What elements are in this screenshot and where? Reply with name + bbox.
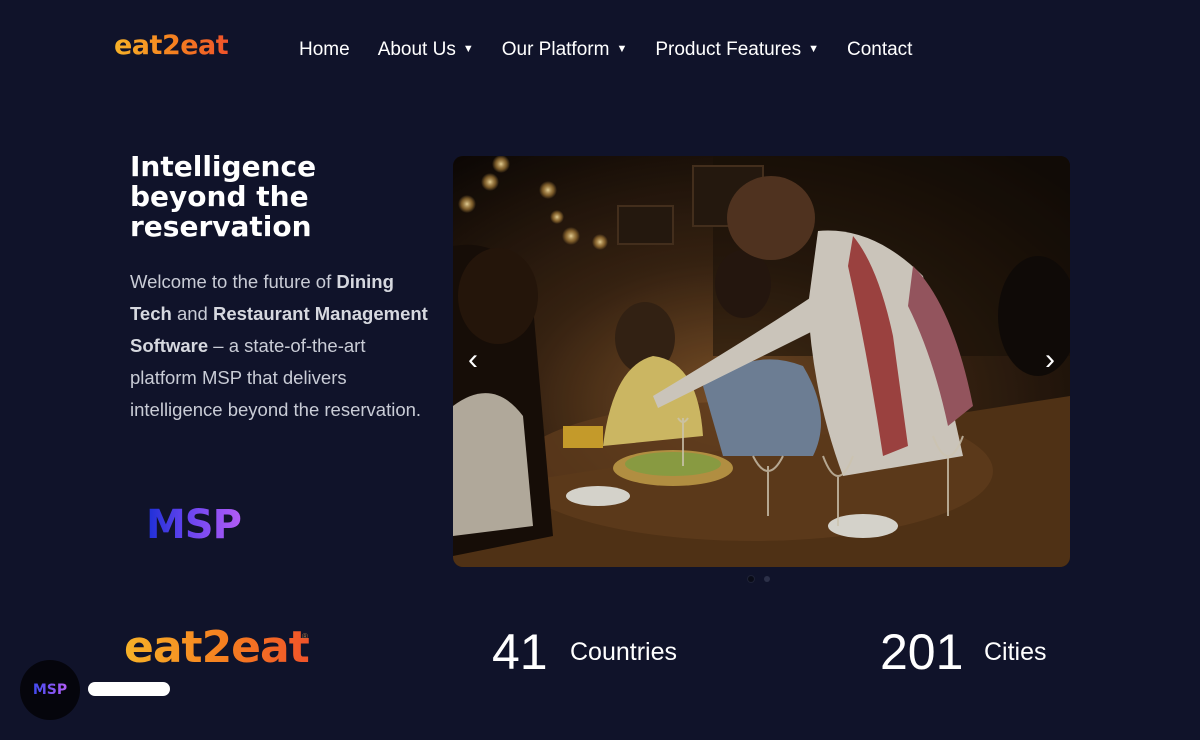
hero-title: Intelligence beyond the reservation <box>130 150 317 243</box>
stat-cities-label: Cities <box>984 638 1047 666</box>
carousel-dot-2[interactable] <box>764 576 770 582</box>
caret-down-icon: ▼ <box>462 43 474 55</box>
badge-tooltip-pill <box>88 682 170 696</box>
nav-home[interactable]: Home <box>299 39 350 61</box>
msp-chat-badge[interactable]: MSP <box>20 660 80 720</box>
msp-logo: MSP <box>146 502 242 548</box>
stat-countries-label: Countries <box>570 638 677 666</box>
eat2eat-brand-logo: eat2eat <box>124 622 310 673</box>
msp-badge-label: MSP <box>32 682 68 698</box>
main-nav: Home About Us ▼ Our Platform ▼ Product F… <box>299 38 912 62</box>
nav-contact-label: Contact <box>846 39 913 60</box>
nav-our-platform[interactable]: Our Platform ▼ <box>502 39 628 61</box>
caret-down-icon: ▼ <box>616 43 628 55</box>
eat2eat-logo[interactable]: eat2eat <box>114 30 229 61</box>
stat-countries-value: 41 <box>492 624 548 680</box>
nav-about-us[interactable]: About Us ▼ <box>378 39 474 61</box>
carousel-prev-arrow-icon[interactable]: ‹ <box>459 342 487 378</box>
nav-product-features[interactable]: Product Features ▼ <box>655 39 819 61</box>
hero-text-part-2: and <box>171 303 213 324</box>
carousel-dot-1[interactable] <box>748 576 754 582</box>
nav-product-features-label: Product Features <box>655 39 802 60</box>
nav-about-us-label: About Us <box>377 39 456 60</box>
hero-description: Welcome to the future of Dining Tech and… <box>130 266 430 426</box>
hero-text-part-1: Welcome to the future of <box>130 271 337 292</box>
registered-trademark: ® <box>302 632 308 641</box>
caret-down-icon: ▼ <box>808 43 819 55</box>
nav-contact[interactable]: Contact <box>847 39 912 61</box>
stat-cities-value: 201 <box>880 624 964 680</box>
nav-our-platform-label: Our Platform <box>501 39 610 60</box>
carousel-next-arrow-icon[interactable]: › <box>1036 342 1064 378</box>
carousel-pagination <box>748 576 770 582</box>
carousel-slide-image <box>453 156 1070 567</box>
hero-carousel[interactable]: ‹ › <box>453 156 1070 567</box>
nav-home-label: Home <box>299 39 350 60</box>
